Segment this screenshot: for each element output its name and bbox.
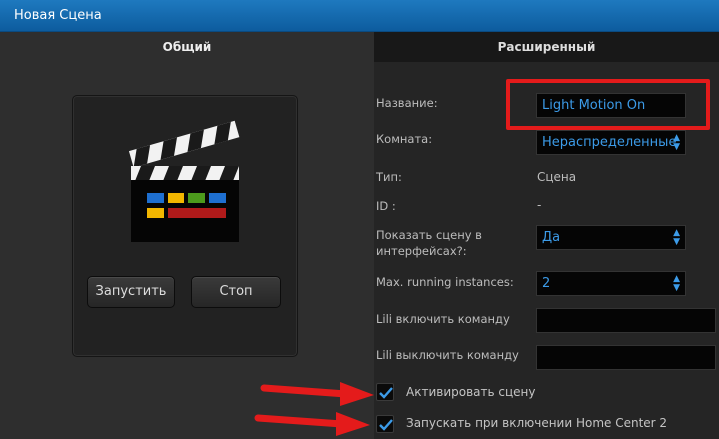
max-instances-select[interactable]: 2 ▲ ▼ <box>536 271 686 296</box>
show-in-interfaces-value: Да <box>542 230 561 245</box>
id-value: - <box>537 198 542 212</box>
tab-bar: Общий Расширенный <box>0 32 719 62</box>
select-arrows-icon: ▲ ▼ <box>673 274 680 293</box>
select-arrows-icon: ▲ ▼ <box>673 228 680 247</box>
show-in-interfaces-select[interactable]: Да ▲ ▼ <box>536 225 686 250</box>
room-select-value: Нераспределенные <box>542 135 677 150</box>
run-on-startup-label: Запускать при включении Home Center 2 <box>406 416 668 430</box>
lili-off-label: Lili выключить команду <box>376 348 519 362</box>
annotation-highlight-box <box>506 79 710 130</box>
lili-off-input[interactable] <box>536 345 716 370</box>
type-label: Тип: <box>376 170 402 184</box>
name-label: Название: <box>376 96 438 110</box>
select-arrows-icon: ▲ ▼ <box>673 133 680 152</box>
room-select[interactable]: Нераспределенные ▲ ▼ <box>536 130 686 155</box>
activate-scene-checkbox[interactable] <box>376 383 394 401</box>
id-label: ID : <box>376 199 396 213</box>
activate-scene-label: Активировать сцену <box>406 385 536 399</box>
max-instances-value: 2 <box>542 276 551 291</box>
annotation-arrow-icon <box>260 382 374 406</box>
lili-on-input[interactable] <box>536 308 716 333</box>
room-label: Комната: <box>376 132 433 146</box>
checkmark-icon <box>379 387 393 399</box>
run-on-startup-checkbox[interactable] <box>376 415 394 433</box>
tab-advanced[interactable]: Расширенный <box>374 32 719 62</box>
checkmark-icon <box>379 419 393 431</box>
show-in-interfaces-label: Показать сцену в интерфейсах?: <box>376 228 482 258</box>
window-title: Новая Сцена <box>14 8 102 23</box>
clapperboard-icon <box>128 120 240 242</box>
run-scene-button[interactable]: Запустить <box>87 276 175 308</box>
max-instances-label: Max. running instances: <box>376 275 514 289</box>
window-titlebar: Новая Сцена <box>0 0 719 32</box>
type-value: Сцена <box>537 170 577 184</box>
annotation-arrow-icon <box>254 412 370 436</box>
lili-on-label: Lili включить команду <box>376 312 510 326</box>
tab-general[interactable]: Общий <box>0 32 374 62</box>
stop-scene-button[interactable]: Стоп <box>191 276 281 308</box>
